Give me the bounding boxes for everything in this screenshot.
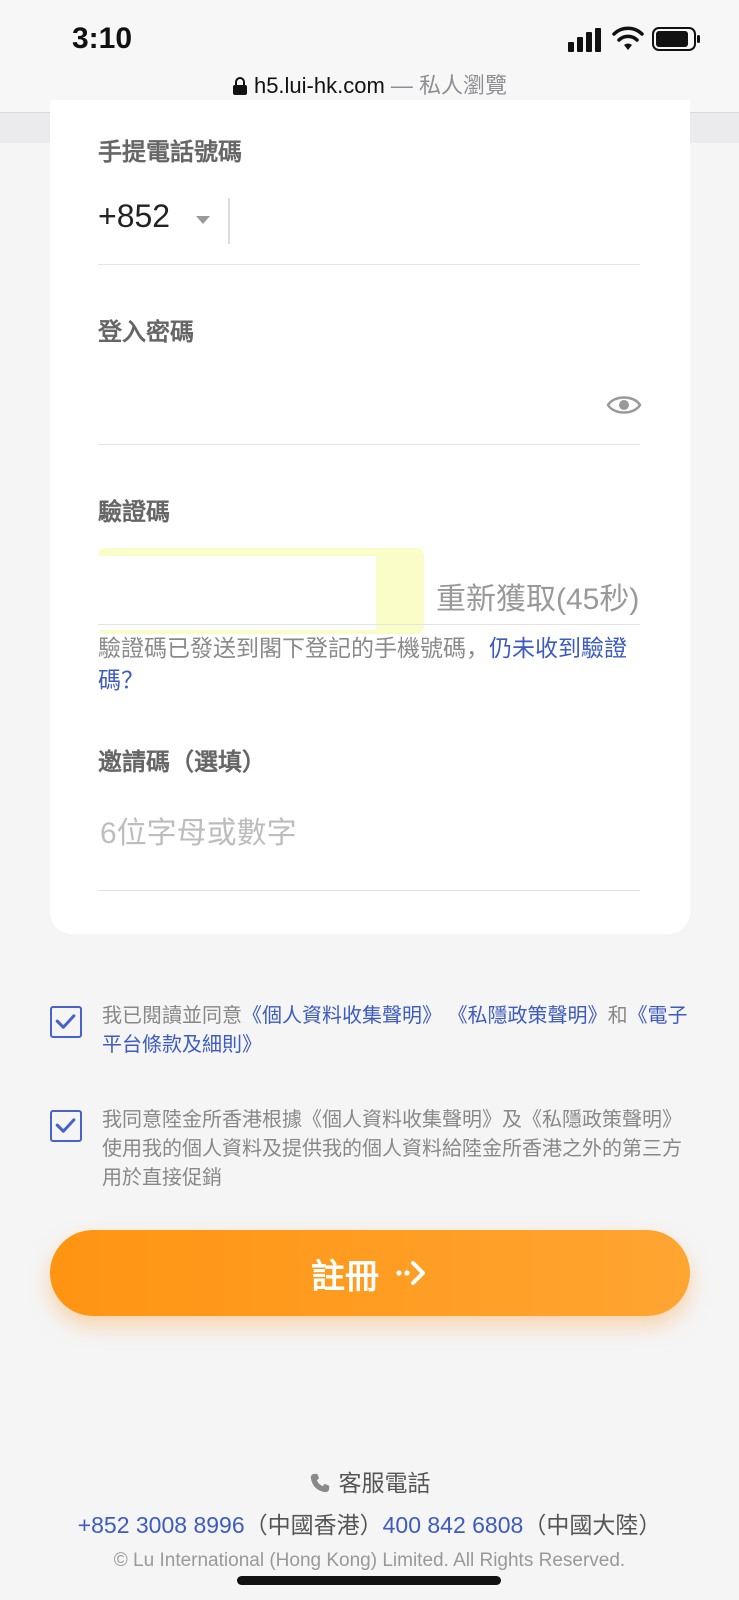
personal-data-statement-link[interactable]: 《個人資料收集聲明》 [242, 1005, 442, 1027]
agreement-checkbox-1[interactable] [50, 1006, 82, 1038]
phone-divider [98, 264, 640, 265]
wifi-icon [612, 26, 644, 50]
phone-input[interactable] [246, 196, 640, 248]
eye-icon[interactable] [606, 392, 642, 418]
hk-hotline-link[interactable]: +852 3008 8996 [78, 1512, 245, 1538]
customer-service-row: 客服電話 [0, 1464, 739, 1498]
phone-separator [228, 198, 230, 244]
customer-service-label: 客服電話 [338, 1470, 431, 1496]
hint-text: 驗證碼已發送到閣下登記的手機號碼， [98, 635, 489, 661]
url-text: h5.lui-hk.com [253, 73, 385, 98]
phone-icon [310, 1473, 329, 1493]
agreement-checkbox-2[interactable] [50, 1110, 82, 1142]
private-browsing-label: — 私人瀏覽 [384, 73, 508, 98]
verification-hint: 驗證碼已發送到閣下登記的手機號碼，仍未收到驗證碼？ [98, 632, 643, 696]
phone-label: 手提電話號碼 [98, 139, 242, 166]
copyright-text: © Lu International (Hong Kong) Limited. … [113, 1550, 626, 1571]
password-input[interactable] [98, 380, 582, 432]
agreement-terms: 我已閱讀並同意《個人資料收集聲明》 《私隱政策聲明》和《電子平台條款及細則》 [50, 1002, 690, 1064]
signal-icon [568, 28, 601, 52]
home-indicator [237, 1576, 501, 1585]
register-label: 註冊 [311, 1257, 379, 1296]
battery-icon [652, 27, 700, 51]
agreement-prefix: 我已閱讀並同意 [102, 1005, 242, 1027]
agreement-text-2: 我同意陸金所香港根據《個人資料收集聲明》及《私隱政策聲明》使用我的個人資料及提供… [102, 1109, 682, 1189]
checkmark-icon [55, 1014, 76, 1029]
hotline-row: +852 3008 8996（中國香港）400 842 6808（中國大陸） [0, 1506, 739, 1540]
status-time: 3:10 [72, 22, 133, 55]
register-form-card: 手提電話號碼 +852 登入密碼 驗證碼 重新獲取(45秒) 驗證碼已發送到閣下… [50, 100, 690, 934]
verification-divider [98, 624, 640, 625]
caret-down-icon[interactable] [196, 216, 210, 224]
invite-label: 邀請碼（選填） [98, 749, 266, 776]
resend-code-button[interactable]: 重新獲取(45秒) [436, 574, 639, 618]
address-bar[interactable]: h5.lui-hk.com — 私人瀏覽 [0, 68, 739, 100]
register-button[interactable]: 註冊 [50, 1230, 690, 1316]
browser-chrome: 3:10 h5.lui-hk.com — 私人瀏覽 [0, 0, 739, 113]
privacy-policy-link[interactable]: 《私隱政策聲明》 [448, 1005, 608, 1027]
invite-code-input[interactable] [98, 808, 642, 860]
verification-label: 驗證碼 [98, 499, 170, 526]
hk-region-label: （中國香港） [244, 1512, 383, 1538]
verification-code-input[interactable] [98, 556, 376, 630]
password-divider [98, 444, 640, 445]
password-label: 登入密碼 [98, 319, 194, 346]
checkmark-icon [55, 1118, 76, 1133]
cn-hotline-link[interactable]: 400 842 6808 [383, 1512, 524, 1538]
invite-divider [98, 890, 640, 891]
agreement-joiner: 和 [607, 1005, 628, 1027]
cn-region-label: （中國大陸） [523, 1512, 662, 1538]
country-code-selector[interactable]: +852 [98, 198, 170, 235]
lock-icon [232, 77, 247, 95]
arrow-right-icon [396, 1261, 425, 1285]
agreement-text-1: 我已閱讀並同意《個人資料收集聲明》 《私隱政策聲明》和《電子平台條款及細則》 [102, 1002, 690, 1060]
agreement-marketing: 我同意陸金所香港根據《個人資料收集聲明》及《私隱政策聲明》使用我的個人資料及提供… [50, 1106, 690, 1198]
